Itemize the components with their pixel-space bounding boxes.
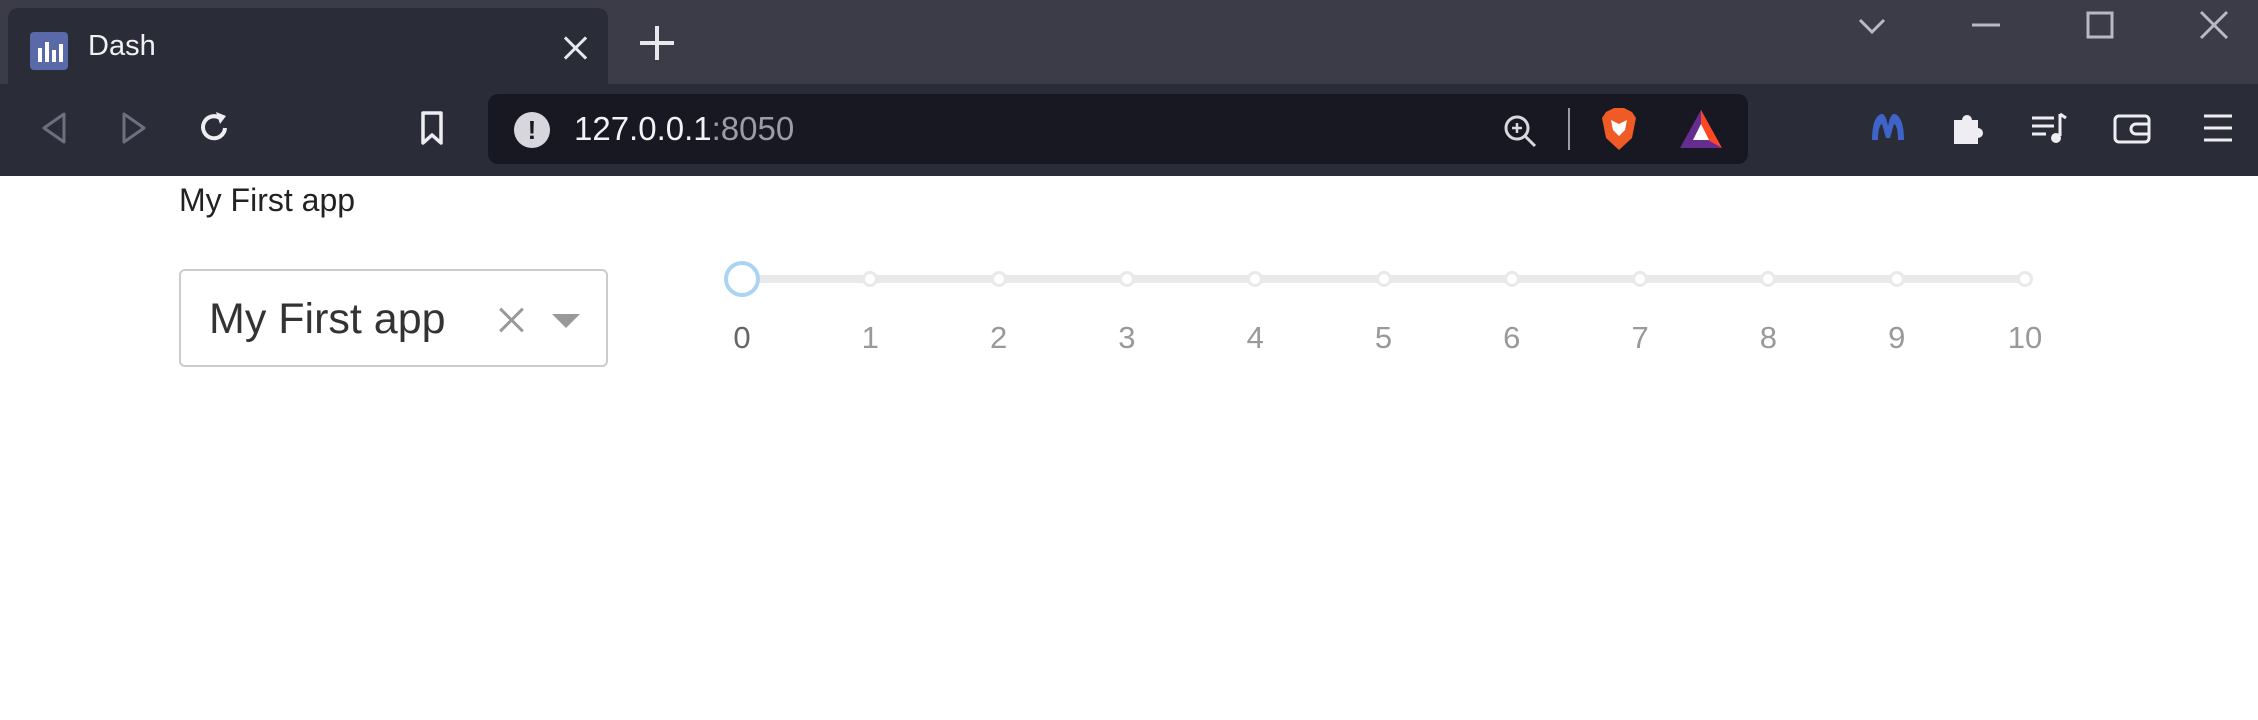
slider-dot[interactable] [1888, 271, 1905, 287]
browser-tab-strip: Dash [0, 0, 2258, 84]
url-text[interactable]: 127.0.0.1:8050 [574, 110, 794, 148]
slider-mark-label[interactable]: 7 [1610, 320, 1670, 356]
slider-dot[interactable] [1503, 271, 1520, 287]
browser-toolbar: ! 127.0.0.1:8050 [0, 84, 2258, 176]
slider-mark-label[interactable]: 1 [840, 320, 900, 356]
slider-dot[interactable] [862, 271, 879, 287]
slider-dot[interactable] [2017, 271, 2033, 287]
reload-icon[interactable] [192, 106, 236, 150]
forward-icon[interactable] [112, 106, 156, 150]
slider-handle[interactable] [724, 261, 760, 297]
slider-dot[interactable] [1118, 271, 1135, 287]
url-host: 127.0.0.1 [574, 110, 712, 147]
menu-icon[interactable] [2196, 106, 2240, 150]
slider-mark-label[interactable]: 2 [969, 320, 1029, 356]
page-content: My First app My First app 0 1 2 3 4 5 6 7 8 9 10 [0, 176, 2258, 720]
slider-mark-label[interactable]: 8 [1738, 320, 1798, 356]
url-bar-divider [1568, 108, 1570, 150]
close-window-icon[interactable] [2194, 8, 2234, 44]
slider-mark-label[interactable]: 6 [1482, 320, 1542, 356]
slider-mark-label[interactable]: 4 [1225, 320, 1285, 356]
maximize-icon[interactable] [2080, 8, 2120, 44]
slider-mark-label[interactable]: 10 [1995, 320, 2055, 356]
brave-shields-icon[interactable] [1598, 106, 1640, 152]
bookmark-icon[interactable] [410, 106, 454, 150]
dropdown-selected-value: My First app [209, 295, 446, 343]
slider-mark-label[interactable]: 5 [1354, 320, 1414, 356]
close-tab-icon[interactable] [562, 34, 590, 62]
chevron-down-icon[interactable] [1852, 8, 1892, 44]
slider-mark-label[interactable]: 9 [1867, 320, 1927, 356]
malwarebytes-extension-icon[interactable] [1866, 106, 1910, 150]
slider-dot[interactable] [1632, 271, 1649, 287]
dropdown-arrow-icon[interactable] [552, 314, 580, 328]
slider-mark-label[interactable]: 3 [1097, 320, 1157, 356]
dash-favicon-icon [30, 32, 68, 70]
slider-dot[interactable] [990, 271, 1007, 287]
url-port: :8050 [711, 110, 795, 147]
back-icon[interactable] [32, 106, 76, 150]
address-bar[interactable]: ! 127.0.0.1:8050 [488, 94, 1748, 164]
slider-dot[interactable] [1760, 271, 1777, 287]
app-title: My First app [179, 182, 356, 218]
new-tab-button[interactable] [640, 26, 674, 60]
value-slider[interactable]: 0 1 2 3 4 5 6 7 8 9 10 [700, 256, 2080, 376]
brave-rewards-icon[interactable] [1678, 108, 1724, 150]
clear-selection-icon[interactable] [498, 306, 526, 334]
browser-tab[interactable]: Dash [8, 8, 608, 84]
wallet-icon[interactable] [2110, 106, 2154, 150]
minimize-icon[interactable] [1966, 8, 2006, 44]
slider-mark-label[interactable]: 0 [712, 320, 772, 356]
zoom-icon[interactable] [1500, 111, 1540, 151]
site-info-icon[interactable]: ! [514, 112, 550, 148]
media-playlist-icon[interactable] [2026, 106, 2070, 150]
slider-dot[interactable] [1247, 271, 1264, 287]
app-dropdown[interactable]: My First app [179, 269, 608, 367]
slider-dot[interactable] [1375, 271, 1392, 287]
extensions-icon[interactable] [1946, 106, 1990, 150]
tab-title: Dash [88, 30, 156, 62]
